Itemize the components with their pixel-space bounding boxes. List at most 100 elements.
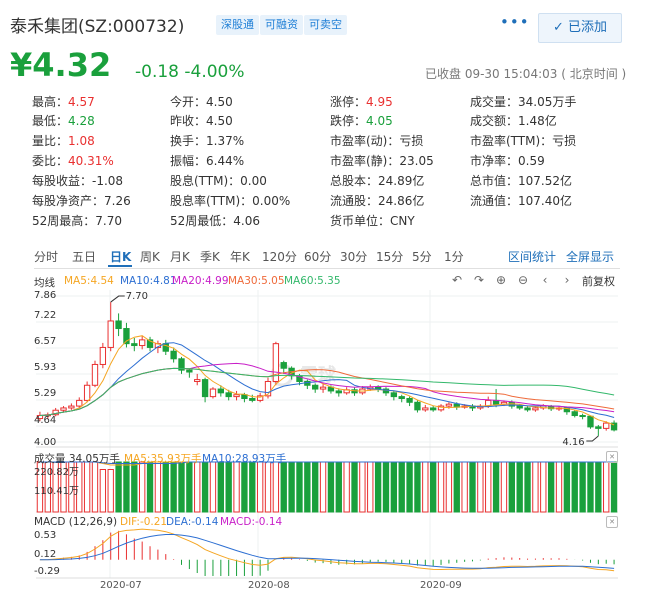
candle-body	[225, 392, 232, 398]
candle-body	[115, 320, 122, 330]
candle-body	[170, 350, 177, 360]
volume-bar	[217, 461, 224, 513]
x-label-2020-07: 2020-07	[100, 580, 142, 591]
macd-y-label-mid: 0.12	[34, 549, 57, 560]
volume-bar	[154, 461, 162, 513]
volume-bar	[516, 461, 523, 513]
candle-body	[131, 343, 138, 347]
candle-body	[60, 407, 67, 411]
macd-y-label-max: 0.53	[34, 530, 57, 541]
volume-bar	[485, 461, 492, 513]
volume-bar	[343, 461, 350, 513]
volume-bar	[162, 461, 169, 513]
candle-body	[107, 320, 114, 348]
volume-bar	[107, 469, 114, 513]
candle-body	[194, 379, 201, 382]
volume-bar	[508, 461, 515, 513]
volume-bar	[209, 461, 217, 513]
kline-y-label: 4.00	[34, 437, 57, 448]
candle-body	[217, 388, 224, 394]
candle-body	[430, 407, 437, 411]
volume-y-label-mid: 110.41万	[34, 486, 79, 497]
candle-body	[595, 426, 602, 429]
volume-bar	[532, 461, 539, 513]
volume-bar	[398, 461, 405, 513]
volume-bar	[123, 461, 130, 513]
candle-body	[445, 403, 453, 407]
stock-chart[interactable]: 雪球 7.704.16	[0, 0, 650, 594]
volume-bar	[304, 461, 311, 513]
volume-bar	[335, 461, 342, 513]
x-label-2020-09: 2020-09	[420, 580, 462, 591]
volume-bars	[36, 461, 618, 513]
candle-body	[319, 386, 327, 390]
volume-bar	[233, 461, 240, 513]
volume-bar	[414, 461, 421, 513]
volume-bar	[201, 461, 209, 513]
candle-body	[414, 401, 421, 411]
volume-bar	[374, 461, 382, 513]
candle-body	[91, 363, 99, 386]
collapse-macd-icon[interactable]: ✕	[606, 516, 618, 528]
candle-body	[398, 396, 405, 400]
volume-bar	[241, 461, 248, 513]
volume-ma10-legend: MA10:28.93万手	[202, 453, 287, 465]
candle-body	[249, 398, 256, 401]
volume-bar	[461, 461, 468, 513]
volume-bar	[563, 461, 571, 513]
volume-bar	[327, 461, 335, 513]
volume-bar	[555, 461, 563, 513]
volume-bar	[83, 461, 91, 513]
volume-bar	[500, 461, 508, 513]
volume-bar	[367, 461, 374, 513]
volume-bar	[430, 461, 437, 513]
volume-bar	[359, 461, 366, 513]
volume-bar	[351, 461, 358, 513]
volume-bar	[146, 461, 154, 513]
collapse-volume-icon[interactable]: ✕	[606, 451, 618, 463]
macd-dif-legend: DIF:-0.21	[120, 516, 168, 528]
volume-bar	[249, 461, 256, 513]
candle-body	[422, 407, 429, 411]
volume-bar	[437, 461, 445, 513]
high-pointer	[110, 295, 125, 303]
volume-bar	[139, 461, 146, 513]
volume-bar	[194, 461, 201, 513]
candle-body	[335, 390, 342, 394]
volume-bar	[453, 461, 460, 513]
macd-dea-legend: DEA:-0.14	[166, 516, 219, 528]
candle-body	[603, 422, 610, 429]
candle-body	[233, 394, 240, 398]
kline-y-label: 5.93	[34, 362, 57, 373]
candle-body	[312, 384, 319, 390]
volume-bar	[540, 461, 547, 513]
candle-body	[524, 407, 531, 411]
candle-body	[209, 388, 217, 398]
volume-bar	[312, 461, 319, 513]
ma-line	[39, 342, 615, 418]
volume-bar	[477, 461, 484, 513]
macd-histogram	[47, 530, 615, 576]
volume-bar	[603, 461, 610, 513]
candle-body	[76, 399, 83, 407]
candle-body	[579, 415, 586, 418]
volume-bar	[445, 461, 453, 513]
volume-bar	[225, 461, 232, 513]
volume-bar	[390, 461, 398, 513]
low-annotation: 4.16	[562, 437, 584, 448]
high-annotation: 7.70	[126, 291, 148, 302]
macd-legend-label: MACD (12,26,9)	[34, 516, 118, 528]
candle-body	[280, 362, 287, 369]
candle-body	[139, 339, 146, 347]
volume-ma5-legend: MA5:35.93万手	[124, 453, 202, 465]
volume-bar	[595, 461, 602, 513]
candle-body	[201, 379, 209, 398]
candle-body	[99, 346, 107, 365]
candle-body	[83, 384, 91, 401]
volume-bar	[280, 461, 287, 513]
volume-bar	[256, 461, 264, 513]
volume-bar	[524, 461, 531, 513]
volume-bar	[288, 461, 295, 513]
candle-body	[186, 369, 193, 373]
volume-bar	[610, 461, 618, 513]
